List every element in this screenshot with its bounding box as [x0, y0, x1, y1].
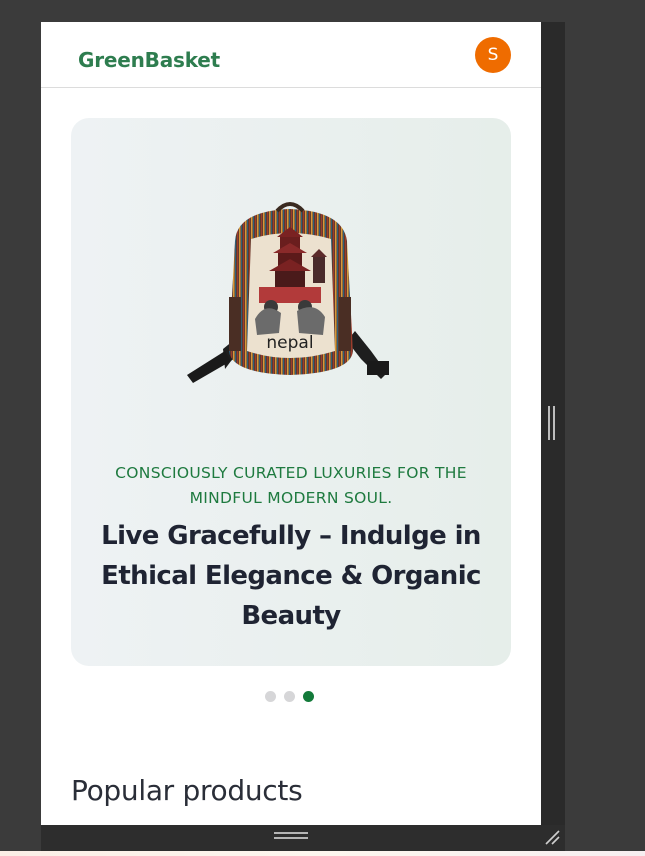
carousel-indicators [265, 691, 314, 703]
hero-headline: Live Gracefully – Indulge in Ethical Ele… [101, 521, 481, 631]
carousel-dot-2[interactable] [284, 691, 295, 702]
backpack-print-text: nepal [266, 333, 313, 353]
carousel-dot-3[interactable] [303, 691, 314, 702]
bottom-strip [0, 851, 645, 856]
brand-logo[interactable]: GreenBasket [78, 48, 220, 72]
mobile-viewport: GreenBasket S nepal CONSCIOUSLY CURATED … [41, 22, 541, 825]
scrollbar-handle[interactable] [548, 406, 556, 440]
popular-products-title: Popular products [71, 774, 303, 807]
backpack-product-image: nepal [187, 202, 389, 383]
drag-handle-icon[interactable] [274, 832, 308, 841]
user-avatar[interactable]: S [475, 37, 511, 73]
app-header: GreenBasket S [41, 22, 541, 88]
carousel-dot-1[interactable] [265, 691, 276, 702]
hero-tagline: CONSCIOUSLY CURATED LUXURIES FOR THE MIN… [115, 464, 467, 507]
resize-corner-icon[interactable] [543, 828, 561, 846]
hero-banner[interactable]: nepal CONSCIOUSLY CURATED LUXURIES FOR T… [71, 118, 511, 666]
